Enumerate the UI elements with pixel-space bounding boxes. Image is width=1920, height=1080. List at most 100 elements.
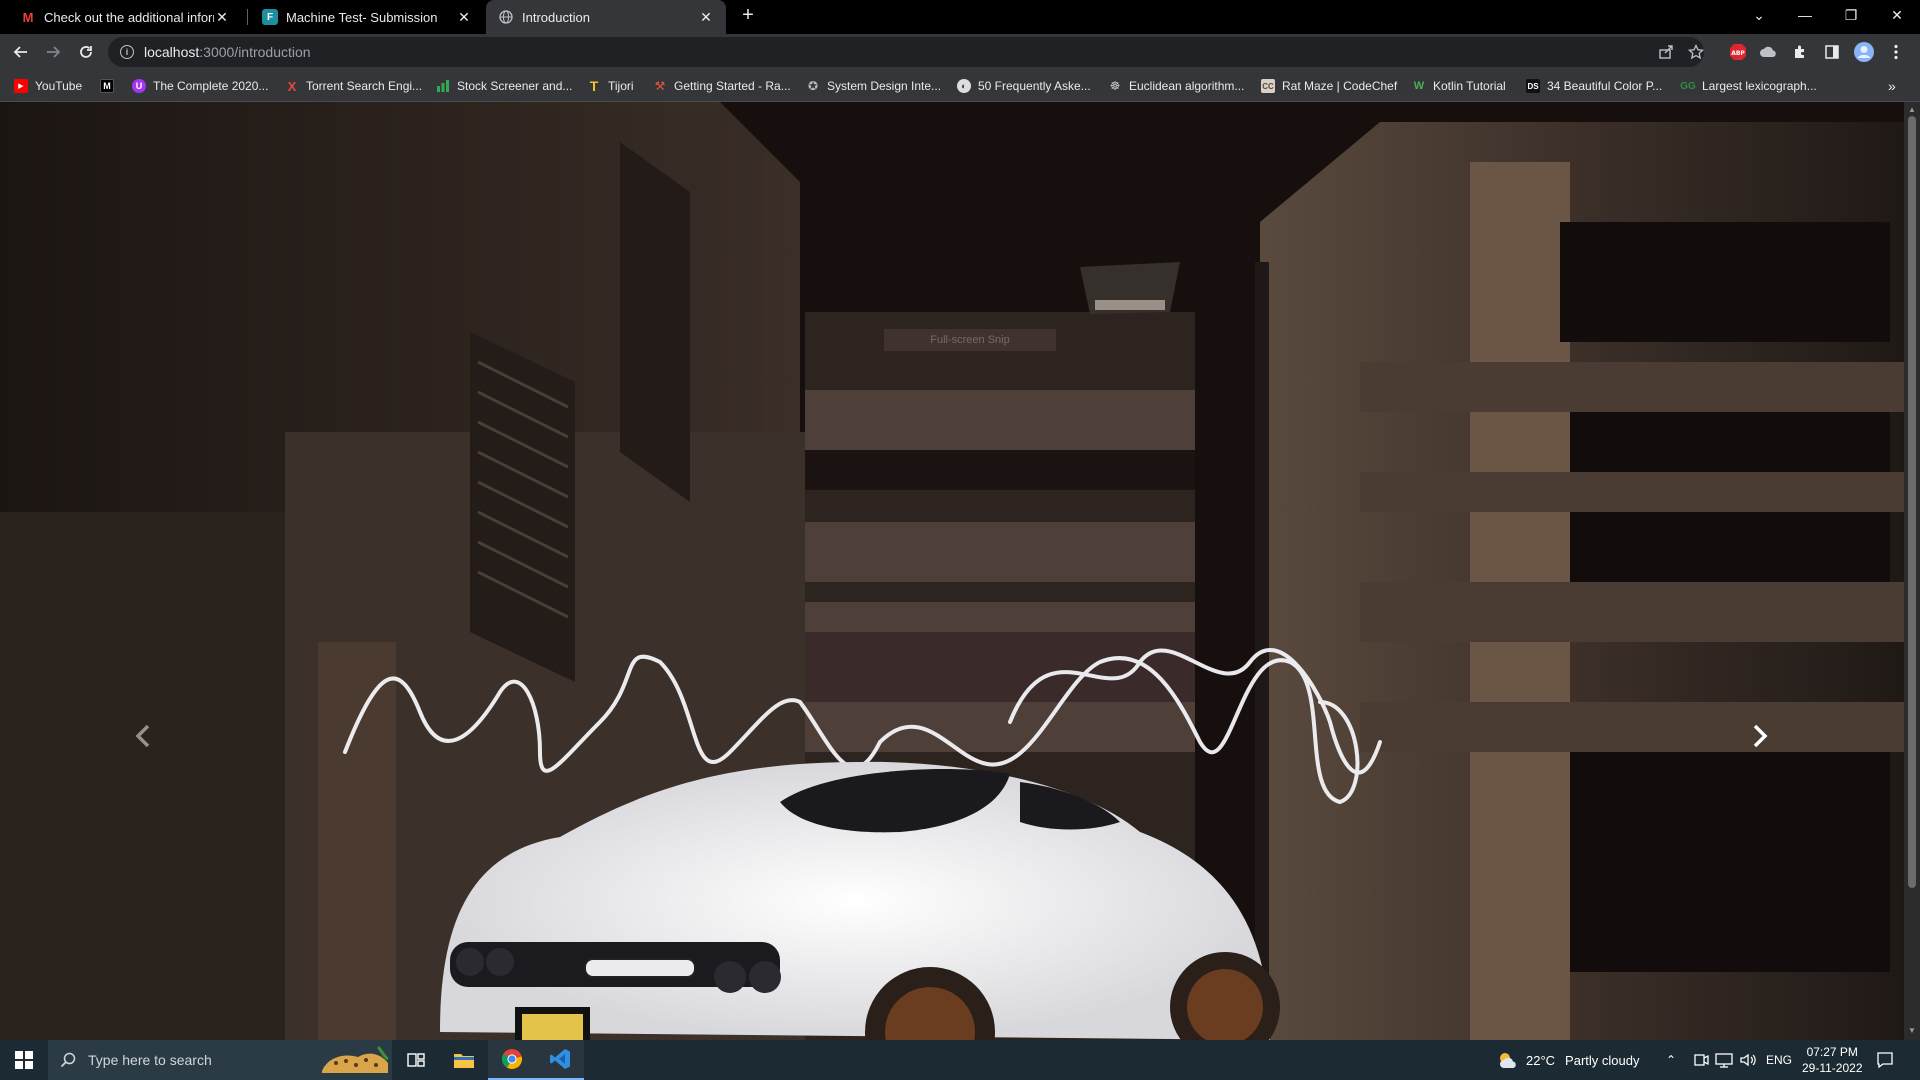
bookmarks-bar: ▶ YouTube M U The Complete 2020... X Tor… [0,70,1920,102]
bookmark-label: The Complete 2020... [153,79,269,93]
scroll-up-icon[interactable]: ▲ [1908,105,1916,114]
tab-title: Check out the additional informa [44,9,214,25]
carousel: Full-screen Snip [0,102,1904,1040]
github-icon: ✪ [807,79,819,93]
ds-icon: DS [1526,79,1540,93]
address-bar[interactable]: i localhost :3000/introduction [108,37,1704,67]
url-host: localhost [144,44,200,60]
bookmark-50-frequently[interactable]: ◐ 50 Frequently Aske... [957,77,1091,95]
start-button[interactable] [0,1040,48,1080]
carousel-next-button[interactable] [1740,716,1780,756]
extensions-puzzle-icon[interactable] [1788,40,1812,64]
medium-icon: M [100,79,114,93]
forward-icon[interactable] [41,40,65,64]
bookmark-color-palettes[interactable]: DS 34 Beautiful Color P... [1526,77,1662,95]
chrome-icon [501,1049,523,1069]
windows-taskbar: Type here to search 22°C Partly cloudy ⌃… [0,1040,1920,1080]
clock[interactable]: 07:27 PM 29-11-2022 [1802,1040,1863,1080]
bookmark-label: Euclidean algorithm... [1129,79,1245,93]
share-icon[interactable] [1654,40,1678,64]
chrome-taskbar-button[interactable] [488,1040,536,1080]
search-placeholder: Type here to search [88,1052,212,1068]
tab-search-button[interactable]: ⌄ [1736,0,1782,30]
bookmark-kotlin-tutorial[interactable]: W Kotlin Tutorial [1412,77,1506,95]
network-icon[interactable] [1715,1052,1733,1068]
bookmark-tijori[interactable]: T Tijori [587,77,634,95]
bookmark-getting-started[interactable]: ⚒ Getting Started - Ra... [653,77,791,95]
side-panel-icon[interactable] [1820,40,1844,64]
close-tab-icon[interactable]: ✕ [214,9,230,26]
carousel-caption: Full-screen Snip [884,329,1056,351]
url-path: :3000/introduction [199,44,311,60]
tab-strip: M Check out the additional informa ✕ F M… [0,0,1920,34]
language-indicator[interactable]: ENG [1766,1040,1792,1080]
bookmark-label: 34 Beautiful Color P... [1547,79,1663,93]
page-scrollbar[interactable]: ▲ ▼ [1904,102,1920,1040]
vscode-icon [550,1049,570,1069]
reload-icon[interactable] [74,40,98,64]
notification-icon [1877,1052,1893,1069]
close-tab-icon[interactable]: ✕ [698,9,714,26]
bookmark-medium[interactable]: M [100,77,121,95]
task-view-icon [407,1053,425,1067]
bookmark-torrent-search[interactable]: X Torrent Search Engi... [285,77,422,95]
bookmark-complete-2020[interactable]: U The Complete 2020... [132,77,268,95]
task-view-button[interactable] [392,1040,440,1080]
chevron-up-icon[interactable]: ⌃ [1666,1053,1676,1067]
folder-icon [454,1054,474,1068]
bookmark-star-icon[interactable] [1684,40,1708,64]
bookmark-euclidean[interactable]: ☸ Euclidean algorithm... [1108,77,1245,95]
bookmark-system-design[interactable]: ✪ System Design Inte... [806,77,941,95]
tab-title: Machine Test- Submission [286,9,438,25]
bookmark-label: Torrent Search Engi... [306,79,423,93]
carousel-prev-button[interactable] [123,716,163,756]
scrollbar-thumb[interactable] [1908,116,1916,888]
close-window-button[interactable]: ✕ [1874,0,1920,30]
restore-button[interactable]: ❐ [1828,0,1874,30]
bookmark-youtube[interactable]: ▶ YouTube [14,77,82,95]
windows-logo-icon [15,1051,33,1069]
volume-icon[interactable] [1739,1052,1757,1068]
vscode-taskbar-button[interactable] [536,1040,584,1080]
browser-toolbar: i localhost :3000/introduction ABP [0,34,1920,70]
tab-title: Introduction [522,9,590,25]
clock-date: 29-11-2022 [1802,1061,1863,1075]
minimize-button[interactable]: — [1782,0,1828,30]
weather-widget[interactable]: 22°C Partly cloudy [1496,1040,1639,1080]
menu-kebab-icon[interactable] [1884,40,1908,64]
bookmark-label: Rat Maze | CodeChef [1282,79,1398,93]
chevron-right-icon [1753,724,1768,748]
scroll-down-icon[interactable]: ▼ [1908,1026,1916,1035]
bookmark-rat-maze[interactable]: CC Rat Maze | CodeChef [1261,77,1397,95]
meet-now-icon[interactable] [1693,1052,1709,1068]
torrent-icon: X [287,78,297,94]
weather-temperature: 22°C [1526,1052,1556,1068]
site-info-icon[interactable]: i [120,45,134,59]
tab-gmail[interactable]: M Check out the additional informa ✕ [8,0,242,34]
bookmarks-overflow-button[interactable]: » [1888,77,1896,95]
weather-condition: Partly cloudy [1565,1052,1640,1068]
adblock-icon[interactable]: ABP [1726,40,1750,64]
bookmark-largest-lexicographic[interactable]: GG Largest lexicograph... [1680,77,1817,95]
tab-machine-test[interactable]: F Machine Test- Submission ✕ [250,0,484,34]
carousel-slide-image [0,102,1904,1040]
search-icon [60,1052,76,1068]
close-tab-icon[interactable]: ✕ [456,9,472,26]
clock-time: 07:27 PM [1806,1045,1858,1059]
bookmark-label: Stock Screener and... [457,79,573,93]
extension-cloud-icon[interactable] [1756,40,1780,64]
show-hidden-icons-button[interactable]: ⌃ [1666,1040,1676,1080]
svg-text:ABP: ABP [1731,50,1745,57]
new-tab-button[interactable]: + [728,0,768,30]
file-explorer-button[interactable] [440,1040,488,1080]
tab-introduction[interactable]: Introduction ✕ [486,0,726,34]
taskbar-search-box[interactable]: Type here to search [48,1040,392,1080]
notifications-button[interactable] [1876,1040,1894,1080]
tijori-icon: T [589,78,599,94]
search-highlight-leopard-icon [322,1045,389,1073]
bookmark-stock-screener[interactable]: Stock Screener and... [436,77,572,95]
site-icon: ◐ [957,79,971,93]
gfg-icon: GG [1680,80,1696,92]
back-icon[interactable] [9,40,33,64]
profile-avatar[interactable] [1852,40,1876,64]
